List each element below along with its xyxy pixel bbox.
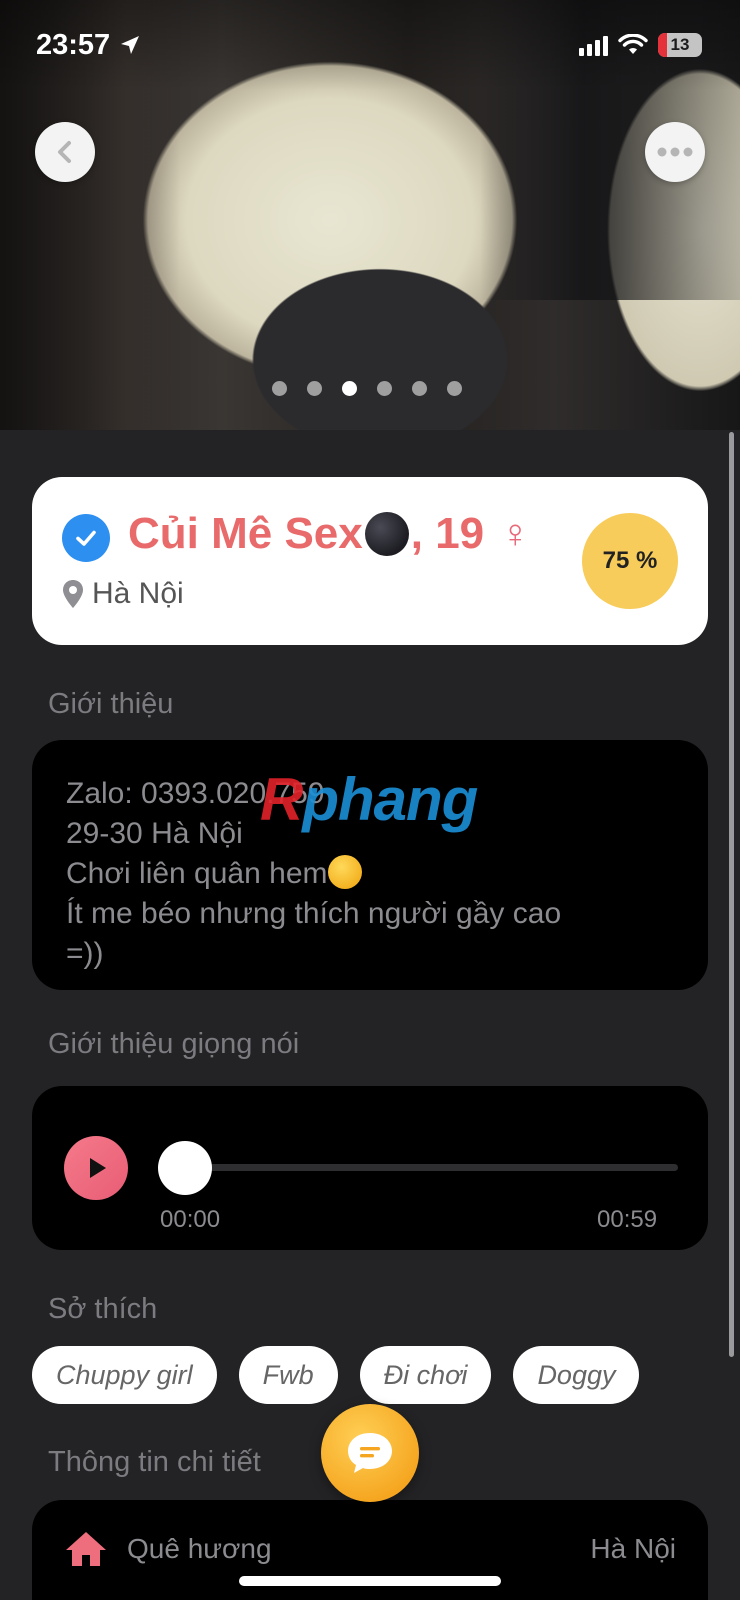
back-button[interactable]	[35, 122, 95, 182]
page-dot[interactable]	[307, 381, 322, 396]
chat-button[interactable]	[321, 1404, 419, 1502]
hobbies-title: Sở thích	[48, 1293, 158, 1325]
page-dot[interactable]	[412, 381, 427, 396]
watermark-logo: Rphang	[260, 765, 478, 834]
status-icons: 13	[579, 33, 702, 57]
watermark-part-b: phang	[302, 766, 478, 833]
audio-duration: 00:59	[597, 1206, 658, 1233]
signal-icon	[579, 34, 608, 56]
wifi-icon	[618, 34, 648, 54]
location-arrow-icon	[121, 36, 140, 54]
profile-name-line: Củi Mê Sex , 19 ♀	[128, 509, 530, 559]
page-dot[interactable]	[377, 381, 392, 396]
page-dot-active[interactable]	[342, 381, 357, 396]
status-time-group: 23:57	[36, 29, 142, 62]
profile-age: , 19	[410, 509, 485, 558]
intro-line: =))	[66, 937, 104, 970]
detail-label: Quê hương	[127, 1533, 272, 1564]
battery-level: 13	[670, 35, 690, 54]
watermark-part-a: R	[260, 766, 303, 833]
photo-page-indicator[interactable]	[272, 381, 462, 396]
play-icon	[90, 1158, 106, 1178]
match-percent-badge: 75 %	[582, 513, 678, 609]
more-options-button[interactable]	[645, 122, 705, 182]
audio-progress-track[interactable]	[172, 1164, 678, 1171]
voice-player: 00:00 00:59	[32, 1086, 708, 1250]
profile-location: Hà Nội	[62, 577, 184, 611]
home-icon	[66, 1532, 106, 1566]
hobby-tag[interactable]: Fwb	[238, 1346, 338, 1404]
intro-line: Ít me béo nhưng thích người gầy cao	[66, 897, 562, 930]
page-dot[interactable]	[272, 381, 287, 396]
verified-check-icon	[62, 514, 110, 562]
hobby-tag[interactable]: Đi chơi	[359, 1346, 492, 1404]
new-moon-face-icon	[364, 512, 409, 556]
scroll-indicator[interactable]	[729, 432, 734, 1357]
female-gender-icon: ♀	[500, 511, 531, 556]
intro-line-text: Chơi liên quân hem	[66, 857, 328, 890]
status-bar: 23:57 13	[0, 0, 740, 90]
profile-card: Củi Mê Sex , 19 ♀ Hà Nội 75 %	[32, 477, 708, 645]
voice-intro-title: Giới thiệu giọng nói	[48, 1028, 300, 1060]
status-time: 23:57	[36, 28, 111, 61]
hobby-tag[interactable]: Chuppy girl	[32, 1346, 217, 1404]
profile-name: Củi Mê Sex	[128, 509, 363, 558]
detail-value: Hà Nội	[590, 1533, 676, 1564]
audio-progress-knob[interactable]	[158, 1141, 212, 1195]
more-dots-icon	[657, 147, 693, 157]
chevron-left-icon	[58, 141, 71, 163]
chat-bubble-icon	[348, 1433, 392, 1473]
yum-face-icon	[327, 855, 362, 889]
home-indicator[interactable]	[239, 1576, 501, 1586]
hobby-tag[interactable]: Doggy	[513, 1346, 640, 1404]
battery-icon: 13	[658, 33, 702, 57]
map-pin-icon	[63, 580, 83, 608]
intro-line-with-emoji: Chơi liên quân hem	[66, 854, 674, 894]
intro-title: Giới thiệu	[48, 688, 174, 720]
page-dot[interactable]	[447, 381, 462, 396]
audio-current-time: 00:00	[160, 1206, 221, 1233]
play-button[interactable]	[64, 1136, 128, 1200]
hobby-tags: Chuppy girl Fwb Đi chơi Doggy	[32, 1346, 640, 1404]
profile-location-text: Hà Nội	[92, 577, 184, 610]
details-title: Thông tin chi tiết	[48, 1446, 261, 1478]
